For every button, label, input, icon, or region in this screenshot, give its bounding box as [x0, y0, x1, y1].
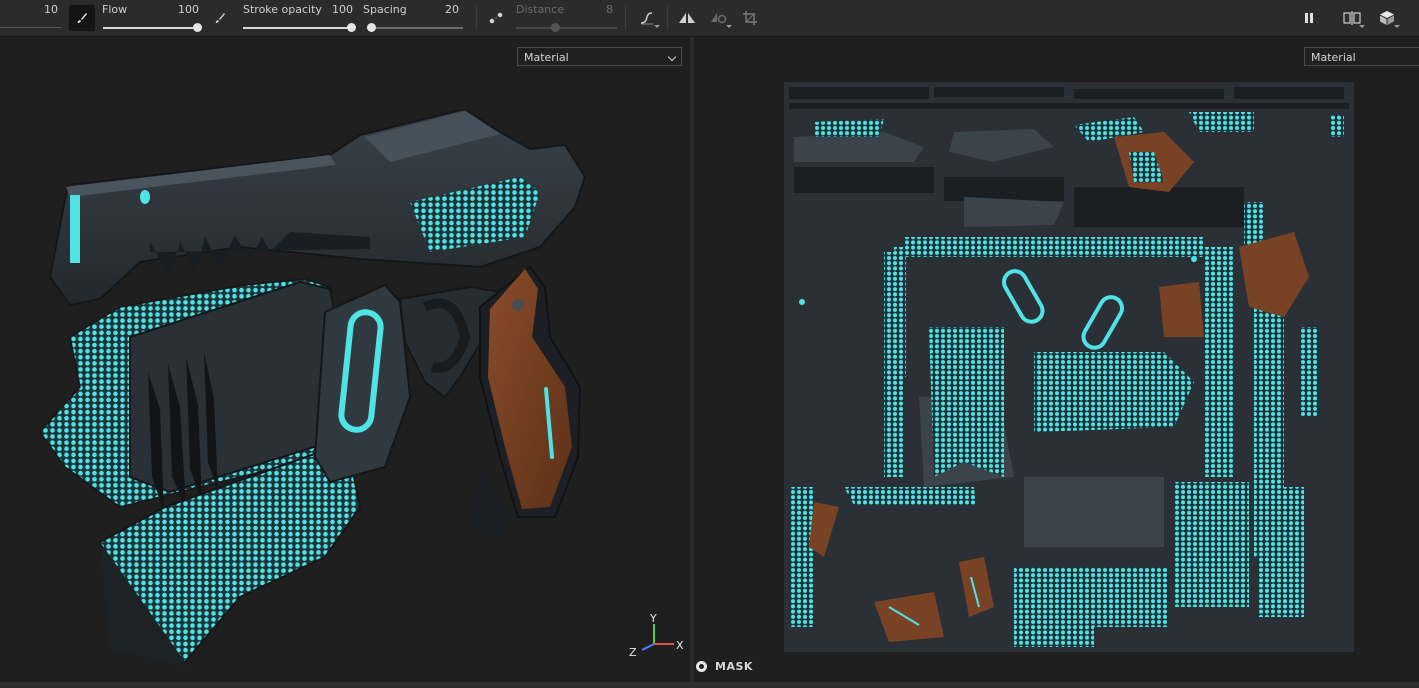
- lazy-mouse-icon: [489, 12, 503, 24]
- uv-glow-dot: [799, 299, 805, 305]
- split-view-icon: [1343, 11, 1361, 25]
- barrel-glow-strip: [70, 195, 80, 263]
- flow-slider-handle[interactable]: [193, 23, 202, 32]
- stroke-opacity-slider-fill: [243, 27, 352, 29]
- distance-value: 8: [606, 3, 613, 16]
- symmetry-toggle[interactable]: [674, 5, 700, 31]
- viewport-mode-dropdown[interactable]: [1339, 5, 1365, 31]
- stroke-opacity-slider[interactable]: [243, 23, 356, 32]
- spacing-slider-handle[interactable]: [366, 23, 376, 32]
- mask-radio-icon: [696, 661, 707, 672]
- chevron-down-icon: [726, 25, 732, 28]
- axis-z-label: Z: [629, 646, 637, 659]
- stroke-opacity-slider-handle[interactable]: [347, 23, 356, 32]
- distance-slider: [516, 23, 617, 32]
- channel-select-2d[interactable]: Material: [1304, 47, 1419, 66]
- alignment-dropdown[interactable]: [634, 5, 660, 31]
- brush-icon: [77, 13, 87, 23]
- mask-label: MASK: [715, 660, 753, 673]
- channel-select-3d-value: Material: [524, 51, 569, 64]
- viewport-3d[interactable]: Material Y X Z: [0, 37, 690, 682]
- uv-glow-dot: [1191, 256, 1197, 262]
- crop-icon: [743, 11, 757, 25]
- uv-texture-map: [784, 82, 1354, 652]
- lazy-mouse-toggle[interactable]: [483, 5, 509, 31]
- crop-transform-button[interactable]: [737, 5, 763, 31]
- grip-bottom: [470, 467, 510, 542]
- axis-gizmo-icon: Y X Z: [629, 612, 684, 659]
- pause-render-button[interactable]: [1296, 5, 1322, 31]
- flow-slider[interactable]: [103, 23, 202, 32]
- stroke-opacity-value[interactable]: 100: [318, 3, 353, 16]
- chevron-down-icon: [1359, 25, 1365, 28]
- chevron-down-icon: [1394, 25, 1400, 28]
- flow-value[interactable]: 100: [150, 3, 199, 16]
- flow-label: Flow: [102, 3, 128, 16]
- display-mode-dropdown[interactable]: [1374, 5, 1400, 31]
- channel-select-3d[interactable]: Material: [517, 47, 682, 66]
- spacing-slider[interactable]: [366, 23, 463, 32]
- viewport-2d[interactable]: Material MASK: [694, 37, 1419, 682]
- mask-toggle[interactable]: MASK: [696, 660, 753, 673]
- toolbar-separator: [625, 6, 626, 30]
- grip-screw: [512, 299, 524, 311]
- gun-model-render: [39, 107, 587, 667]
- flow-pressure-toggle[interactable]: [207, 5, 233, 31]
- barrel-glow-dot: [140, 190, 150, 204]
- channel-select-2d-value: Material: [1311, 51, 1356, 64]
- brush-icon: [215, 13, 225, 23]
- pause-icon: [1305, 13, 1313, 23]
- symmetry-icon: [679, 13, 695, 23]
- spacing-label: Spacing: [363, 3, 407, 16]
- spacing-value[interactable]: 20: [420, 3, 459, 16]
- toolbar-separator: [476, 6, 477, 30]
- axis-gizmo: Y X Z: [628, 610, 688, 660]
- stroke-opacity-label: Stroke opacity: [243, 3, 322, 16]
- bottom-status-strip: [0, 682, 1419, 688]
- size-field-underline: [0, 27, 62, 28]
- grip-wood-panel: [488, 269, 572, 509]
- symmetry-settings-dropdown[interactable]: [706, 5, 732, 31]
- distance-label: Distance: [516, 3, 565, 16]
- size-value[interactable]: 10: [20, 3, 58, 16]
- flow-slider-fill: [103, 27, 198, 29]
- chevron-down-icon: [654, 25, 660, 28]
- cube-icon: [1380, 11, 1394, 25]
- brush-pressure-toggle[interactable]: [69, 5, 95, 31]
- toolbar-separator: [667, 6, 668, 30]
- chevron-down-icon: [667, 52, 677, 62]
- tool-properties-bar: 10 Flow 100 Stroke opacity 100 Spacing 2…: [0, 0, 1419, 37]
- alignment-curve-icon: [640, 12, 653, 25]
- symmetry-settings-icon: [711, 13, 727, 24]
- axis-x-label: X: [676, 639, 684, 652]
- distance-slider-handle: [551, 23, 561, 32]
- axis-y-label: Y: [649, 612, 657, 625]
